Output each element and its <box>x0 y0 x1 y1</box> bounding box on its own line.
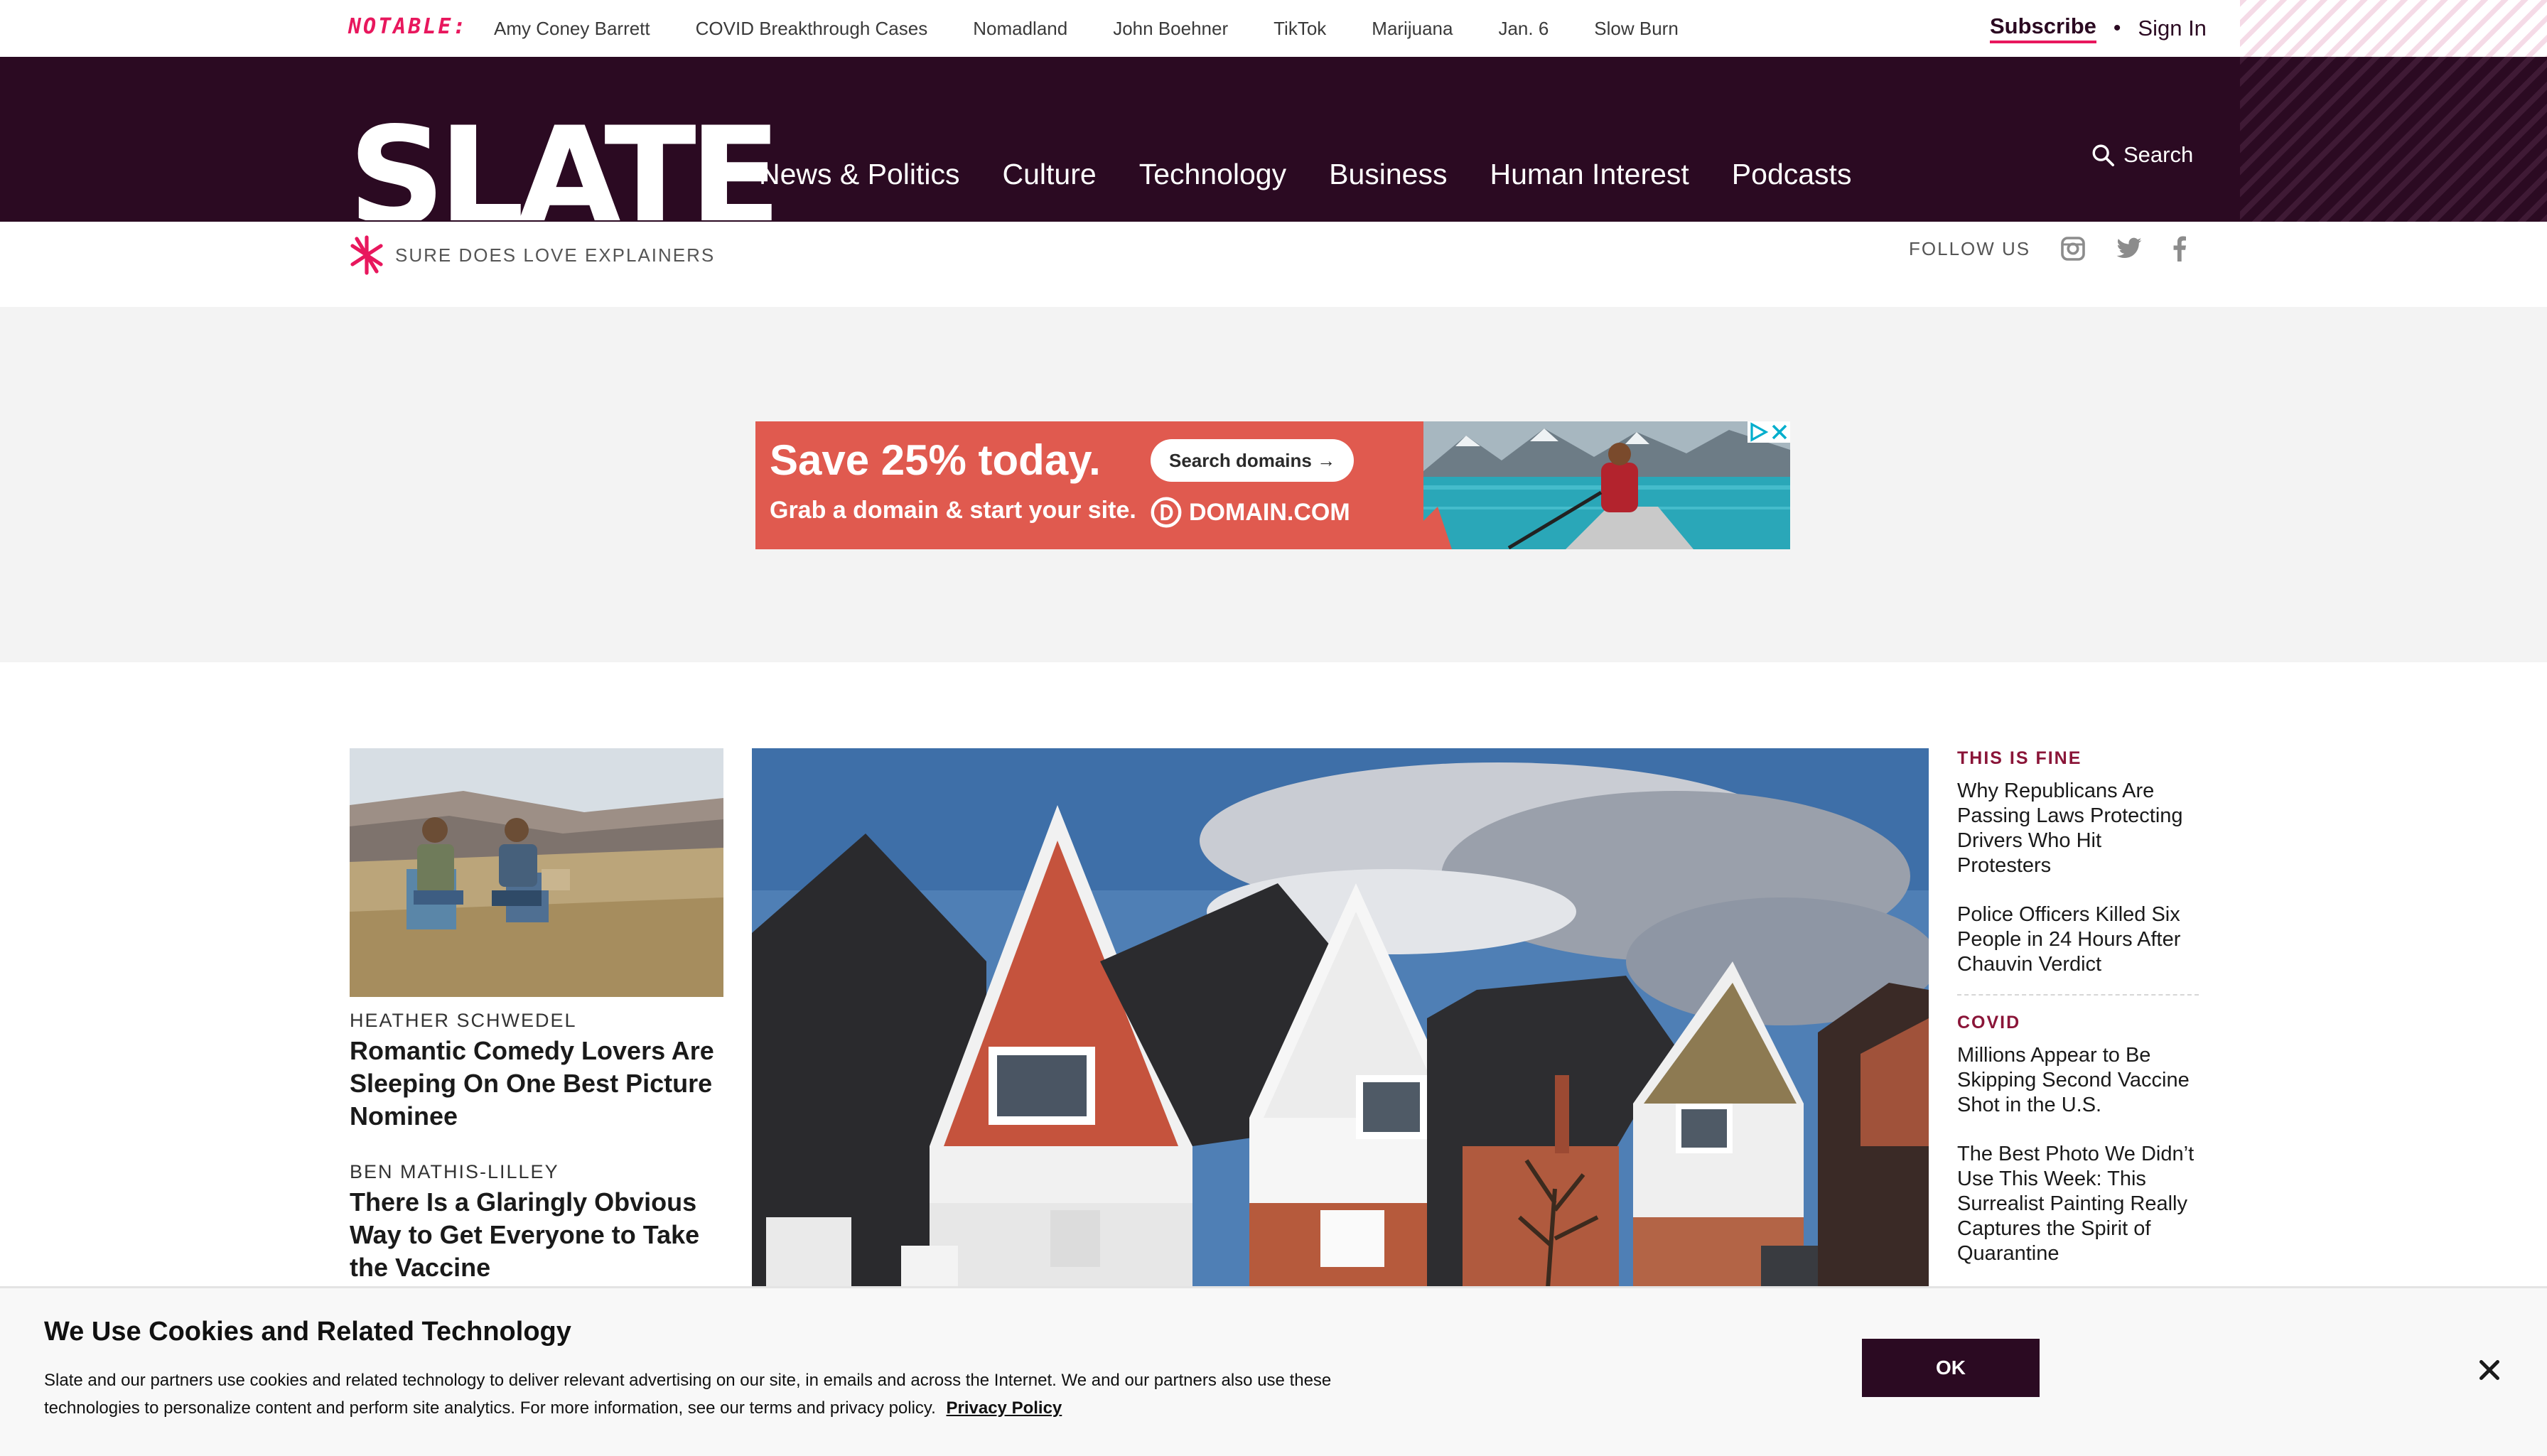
slate-logo[interactable]: SLATE <box>348 109 775 220</box>
notable-links: Amy Coney Barrett COVID Breakthrough Cas… <box>494 0 1679 57</box>
story-link[interactable]: Why Republicans Are Passing Laws Protect… <box>1957 779 2199 878</box>
notable-bar: NOTABLE: Amy Coney Barrett COVID Breakth… <box>0 0 2547 57</box>
close-icon <box>2479 1360 2499 1380</box>
ad-banner[interactable]: Save 25% today. Grab a domain & start yo… <box>755 421 1790 549</box>
story-link[interactable]: Millions Appear to Be Skipping Second Va… <box>1957 1043 2199 1118</box>
notable-label: NOTABLE: <box>348 14 468 39</box>
notable-link[interactable]: Jan. 6 <box>1498 18 1549 40</box>
nav-item-news-politics[interactable]: News & Politics <box>759 158 960 191</box>
section-kicker[interactable]: THIS IS FINE <box>1957 748 2199 769</box>
ad-close-icon[interactable] <box>1769 421 1790 443</box>
separator-dot: • <box>2113 16 2121 40</box>
twitter-icon <box>2116 237 2142 258</box>
instagram-link[interactable] <box>2060 236 2086 261</box>
story-image-canyon[interactable] <box>350 748 723 997</box>
section-kicker[interactable]: COVID <box>1957 1013 2199 1033</box>
facebook-link[interactable] <box>2172 236 2187 261</box>
nav-item-human-interest[interactable]: Human Interest <box>1490 158 1689 191</box>
story-link[interactable]: The Best Photo We Didn’t Use This Week: … <box>1957 1142 2199 1266</box>
cookie-body: Slate and our partners use cookies and r… <box>44 1366 1394 1422</box>
cookie-text: Slate and our partners use cookies and r… <box>44 1371 1332 1418</box>
main-nav: News & Politics Culture Technology Busin… <box>759 158 1851 191</box>
left-story-column: HEATHER SCHWEDEL Romantic Comedy Lovers … <box>350 748 723 1284</box>
follow-us-label: FOLLOW US <box>1909 237 2031 259</box>
nav-item-culture[interactable]: Culture <box>1003 158 1097 191</box>
notable-link[interactable]: Amy Coney Barrett <box>494 18 650 40</box>
story-section: COVID Millions Appear to Be Skipping Sec… <box>1957 1013 2199 1266</box>
search-button[interactable]: Search <box>2091 142 2193 168</box>
cookie-banner: We Use Cookies and Related Technology Sl… <box>0 1286 2547 1456</box>
cookie-title: We Use Cookies and Related Technology <box>44 1317 571 1347</box>
notable-link[interactable]: TikTok <box>1274 18 1326 40</box>
story-byline[interactable]: BEN MATHIS-LILLEY <box>350 1161 723 1183</box>
tagline-text: SURE DOES LOVE EXPLAINERS <box>395 244 716 266</box>
ad-controls <box>1748 421 1790 443</box>
twitter-link[interactable] <box>2116 237 2143 260</box>
ad-choices-icon[interactable] <box>1748 421 1769 443</box>
domain-logo-icon <box>1151 497 1182 528</box>
cookie-ok-button[interactable]: OK <box>1862 1339 2040 1397</box>
decorative-stripes <box>2240 0 2547 57</box>
notable-link[interactable]: Slow Burn <box>1594 18 1679 40</box>
ad-subline: Grab a domain & start your site. <box>770 497 1136 524</box>
asterisk-mascot-icon <box>350 235 383 275</box>
notable-link[interactable]: COVID Breakthrough Cases <box>696 18 928 40</box>
site-header: SLATE News & Politics Culture Technology… <box>0 57 2547 222</box>
notable-link[interactable]: Marijuana <box>1372 18 1453 40</box>
nav-item-technology[interactable]: Technology <box>1139 158 1286 191</box>
ad-headline: Save 25% today. <box>770 436 1101 484</box>
story-headline[interactable]: There Is a Glaringly Obvious Way to Get … <box>350 1186 723 1284</box>
privacy-policy-link[interactable]: Privacy Policy <box>947 1398 1062 1418</box>
ad-brand: DOMAIN.COM <box>1151 497 1350 528</box>
story-link[interactable]: Police Officers Killed Six People in 24 … <box>1957 902 2199 977</box>
ad-photo-canoe <box>1423 421 1790 549</box>
story-byline[interactable]: HEATHER SCHWEDEL <box>350 1010 723 1032</box>
story-headline[interactable]: Romantic Comedy Lovers Are Sleeping On O… <box>350 1035 723 1133</box>
facebook-icon <box>2173 236 2187 261</box>
account-links: Subscribe • Sign In <box>1990 0 2207 57</box>
decorative-stripes <box>2240 57 2547 222</box>
search-icon <box>2092 144 2115 167</box>
right-story-column: THIS IS FINE Why Republicans Are Passing… <box>1957 748 2199 1266</box>
nav-item-podcasts[interactable]: Podcasts <box>1732 158 1852 191</box>
notable-link[interactable]: Nomadland <box>973 18 1067 40</box>
follow-us: FOLLOW US <box>1909 236 2187 261</box>
instagram-icon <box>2061 237 2085 261</box>
ad-search-domains-button[interactable]: Search domains → <box>1151 439 1355 482</box>
hero-image-houses[interactable] <box>752 748 1929 1288</box>
story-section: THIS IS FINE Why Republicans Are Passing… <box>1957 748 2199 977</box>
notable-link[interactable]: John Boehner <box>1113 18 1228 40</box>
search-label: Search <box>2123 142 2194 167</box>
subscribe-link[interactable]: Subscribe <box>1990 14 2096 43</box>
section-divider <box>1957 994 2199 996</box>
tagline: SURE DOES LOVE EXPLAINERS <box>348 234 715 276</box>
ad-brand-text: DOMAIN.COM <box>1189 498 1350 526</box>
sign-in-link[interactable]: Sign In <box>2138 16 2207 41</box>
nav-item-business[interactable]: Business <box>1329 158 1447 191</box>
cookie-close-button[interactable] <box>2473 1354 2506 1386</box>
